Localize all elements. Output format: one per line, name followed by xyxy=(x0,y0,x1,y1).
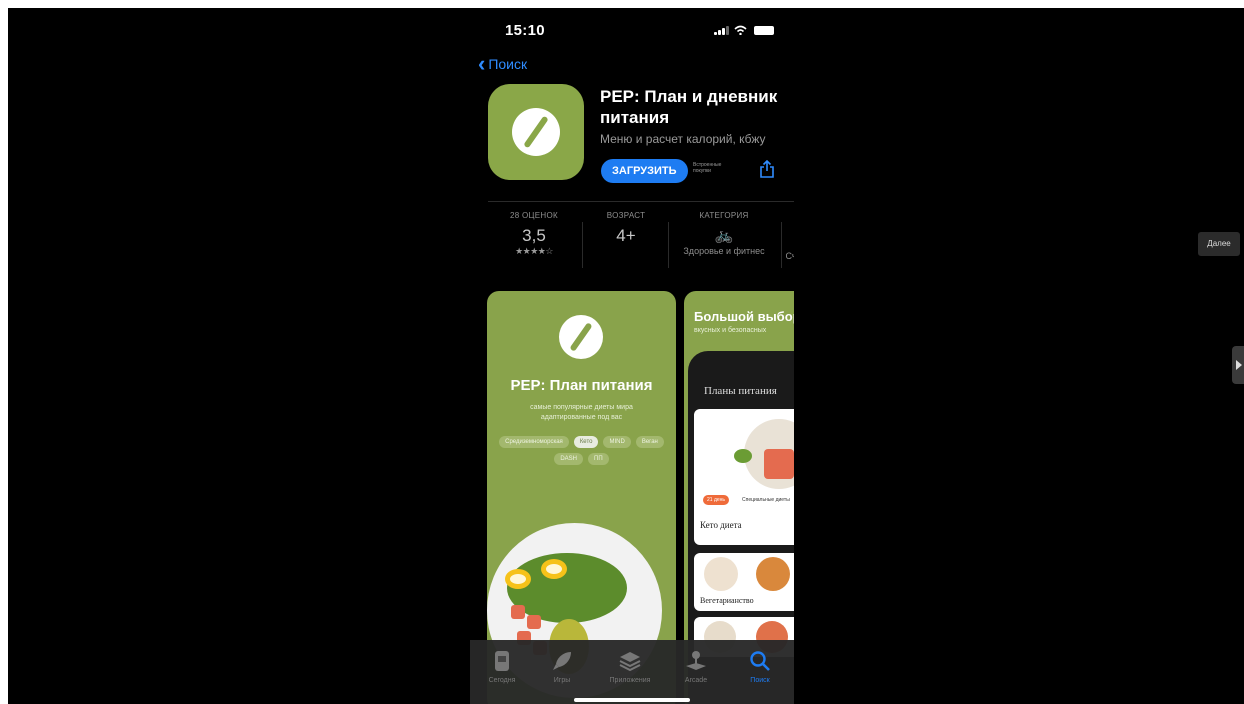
back-button[interactable]: ‹ Поиск xyxy=(478,51,528,76)
diet-chips: Средиземноморская Кето MIND Веган DASH П… xyxy=(495,436,668,465)
get-button[interactable]: ЗАГРУЗИТЬ xyxy=(601,159,688,183)
diet-chip: MIND xyxy=(603,436,631,448)
tab-label: Игры xyxy=(553,677,571,684)
stat-separator xyxy=(781,222,782,268)
screenshot-2-title: Большой выбор xyxy=(694,309,794,324)
rocket-icon xyxy=(530,648,594,674)
layers-icon xyxy=(598,648,662,674)
special-diet-tag: Специальные диеты xyxy=(738,495,794,505)
tab-games[interactable]: Игры xyxy=(530,648,594,684)
share-icon[interactable] xyxy=(760,160,774,178)
diet-chip: Средиземноморская xyxy=(499,436,569,448)
diet-chip: ПП xyxy=(588,453,609,465)
ratings-label: 28 ОЦЕНОК xyxy=(510,211,558,220)
bicycle-icon: 🚲 xyxy=(714,227,734,244)
divider xyxy=(488,201,794,202)
tab-label: Arcade xyxy=(684,677,708,684)
diet-chip: DASH xyxy=(554,453,584,465)
app-title: PEP: План и дневник питания xyxy=(600,87,778,127)
stat-next-partial: Сч xyxy=(784,211,794,261)
diet-chip: Веган xyxy=(635,436,664,448)
search-icon xyxy=(728,648,792,674)
meal-plans-header: Планы питания xyxy=(704,385,777,397)
video-frame: 15:10 ‹ Поиск PEP: План и дневник питани… xyxy=(8,8,1244,704)
age-value: 4+ xyxy=(616,226,636,245)
tab-label: Приложения xyxy=(609,677,651,684)
duration-tag: 21 день xyxy=(703,495,730,505)
stat-ratings[interactable]: 28 ОЦЕНОК 3,5 ★★★★☆ xyxy=(492,211,576,257)
signal-icon xyxy=(714,26,729,35)
chevron-left-icon: ‹ xyxy=(478,51,486,76)
category-label: КАТЕГОРИЯ xyxy=(699,211,749,220)
plan-card: Вегетарианство xyxy=(694,553,794,611)
screenshot-2-desc: вкусных и безопасных xyxy=(694,327,767,334)
age-label: ВОЗРАСТ xyxy=(606,211,646,220)
phone-screen: 15:10 ‹ Поиск PEP: План и дневник питани… xyxy=(470,8,794,704)
plan-card-title: Кето диета xyxy=(700,520,742,530)
screenshot-1-desc: самые популярные диеты мира адаптированн… xyxy=(530,404,633,421)
home-indicator xyxy=(574,698,690,702)
tab-today[interactable]: Сегодня xyxy=(470,648,534,684)
tab-bar: Сегодня Игры Приложения Arcade Поиск xyxy=(470,640,794,704)
tab-label: Поиск xyxy=(750,677,770,684)
tab-arcade[interactable]: Arcade xyxy=(664,648,728,684)
plan-card: 21 день Специальные диеты Кето диета xyxy=(694,409,794,545)
tab-search[interactable]: Поиск xyxy=(728,648,792,684)
ratings-value: 3,5 xyxy=(522,226,546,245)
fork-plate-logo-icon xyxy=(559,315,603,359)
stat-category[interactable]: КАТЕГОРИЯ 🚲 Здоровье и фитнес xyxy=(670,211,778,256)
stat-age[interactable]: ВОЗРАСТ 4+ xyxy=(588,211,664,246)
app-icon xyxy=(488,84,584,180)
stat-next-cut: Сч xyxy=(785,251,794,261)
in-app-purchases-note: Встроенные покупки xyxy=(693,162,722,174)
diet-chip: Кето xyxy=(573,436,599,448)
play-arrow-icon[interactable] xyxy=(1232,346,1244,384)
stat-separator xyxy=(668,222,669,268)
back-label: Поиск xyxy=(488,56,528,72)
tab-label: Сегодня xyxy=(488,677,516,684)
screenshot-1-title: PEP: План питания xyxy=(510,377,653,394)
tab-apps[interactable]: Приложения xyxy=(598,648,662,684)
app-subtitle: Меню и расчет калорий, кбжу xyxy=(600,132,766,146)
stat-separator xyxy=(582,222,583,268)
today-icon xyxy=(470,648,534,674)
status-time: 15:10 xyxy=(505,22,545,39)
battery-icon xyxy=(754,26,774,35)
status-icons xyxy=(714,25,774,35)
joystick-icon xyxy=(664,648,728,674)
plan-card-title: Вегетарианство xyxy=(700,596,754,605)
wifi-icon xyxy=(734,25,747,35)
rating-stars-icon: ★★★★☆ xyxy=(515,246,553,256)
category-value: Здоровье и фитнес xyxy=(683,246,765,256)
next-button[interactable]: Далее xyxy=(1198,232,1240,256)
